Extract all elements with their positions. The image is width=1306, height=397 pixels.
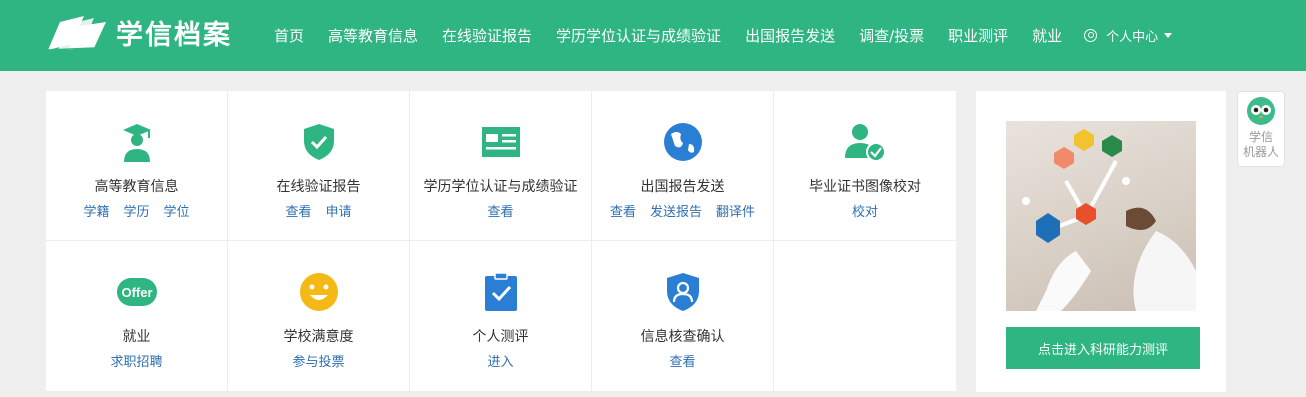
user-center-label: 个人中心 xyxy=(1106,30,1159,45)
service-title: 在线验证报告 xyxy=(276,179,361,195)
robot-owl-icon xyxy=(1247,97,1275,125)
molecule-model-image[interactable] xyxy=(1006,121,1196,311)
link-job-search[interactable]: 求职招聘 xyxy=(110,351,162,370)
user-check-icon xyxy=(844,121,886,163)
enter-research-assessment-button[interactable]: 点击进入科研能力测评 xyxy=(1006,327,1200,369)
link-view[interactable]: 查看 xyxy=(487,201,513,220)
service-card-school-satisfaction: 学校满意度 参与投票 xyxy=(228,241,410,392)
nav-item-online-verification[interactable]: 在线验证报告 xyxy=(430,25,544,46)
service-title: 就业 xyxy=(122,329,151,345)
empty-cell xyxy=(774,241,956,392)
main-nav: 首页 高等教育信息 在线验证报告 学历学位认证与成绩验证 出国报告发送 调查/投… xyxy=(262,0,1173,71)
link-view[interactable]: 查看 xyxy=(285,201,311,220)
link-vote[interactable]: 参与投票 xyxy=(292,351,344,370)
services-panel: 高等教育信息 学籍 学历 学位 在线验证报告 查看 申请 学历学位认证与成绩验证… xyxy=(46,91,956,392)
smiley-icon xyxy=(298,271,340,313)
robot-label-line1: 学信 xyxy=(1248,130,1273,144)
nav-item-overseas-report[interactable]: 出国报告发送 xyxy=(733,25,847,46)
top-navigation-bar: 学信档案 首页 高等教育信息 在线验证报告 学历学位认证与成绩验证 出国报告发送… xyxy=(0,0,1306,71)
nav-item-career-assessment[interactable]: 职业测评 xyxy=(936,25,1020,46)
service-card-employment: Offer 就业 求职招聘 xyxy=(46,241,228,392)
link-view[interactable]: 查看 xyxy=(669,351,695,370)
xuexin-robot-button[interactable]: 学信 机器人 xyxy=(1237,91,1285,167)
service-title: 学历学位认证与成绩验证 xyxy=(423,179,578,195)
link-view[interactable]: 查看 xyxy=(610,201,636,220)
link-send-report[interactable]: 发送报告 xyxy=(650,201,702,220)
nav-item-higher-education[interactable]: 高等教育信息 xyxy=(316,25,430,46)
service-card-higher-education: 高等教育信息 学籍 学历 学位 xyxy=(46,91,228,241)
link-enter[interactable]: 进入 xyxy=(487,351,513,370)
graduate-icon xyxy=(116,121,158,163)
nav-item-employment[interactable]: 就业 xyxy=(1020,25,1074,46)
link-proofread[interactable]: 校对 xyxy=(852,201,878,220)
brand-name: 学信档案 xyxy=(116,20,232,51)
logo[interactable]: 学信档案 xyxy=(46,13,232,52)
book-logo-icon xyxy=(47,15,106,51)
shield-user-icon xyxy=(662,271,704,313)
offer-icon: Offer xyxy=(116,271,158,313)
nav-item-degree-certification[interactable]: 学历学位认证与成绩验证 xyxy=(544,25,733,46)
service-title: 学校满意度 xyxy=(283,329,354,345)
robot-label-line2: 机器人 xyxy=(1242,145,1279,159)
clipboard-check-icon xyxy=(480,271,522,313)
chevron-down-icon xyxy=(1164,33,1173,38)
nav-item-survey-vote[interactable]: 调查/投票 xyxy=(847,25,936,46)
user-icon xyxy=(1084,29,1098,42)
offer-badge-text: Offer xyxy=(121,285,152,300)
id-card-icon xyxy=(480,121,522,163)
service-title: 高等教育信息 xyxy=(94,179,179,195)
service-card-online-verification: 在线验证报告 查看 申请 xyxy=(228,91,410,241)
link-education[interactable]: 学历 xyxy=(123,201,149,220)
research-assessment-promo: 点击进入科研能力测评 xyxy=(976,91,1226,392)
nav-item-home[interactable]: 首页 xyxy=(262,25,316,46)
link-student-status[interactable]: 学籍 xyxy=(83,201,109,220)
user-center-menu[interactable]: 个人中心 xyxy=(1084,26,1173,45)
service-card-overseas-report: 出国报告发送 查看 发送报告 翻译件 xyxy=(592,91,774,241)
service-card-personal-assessment: 个人测评 进入 xyxy=(410,241,592,392)
link-degree[interactable]: 学位 xyxy=(164,201,190,220)
shield-check-icon xyxy=(298,121,340,163)
link-translation[interactable]: 翻译件 xyxy=(716,201,755,220)
service-card-info-verification: 信息核查确认 查看 xyxy=(592,241,774,392)
link-apply[interactable]: 申请 xyxy=(326,201,352,220)
service-title: 出国报告发送 xyxy=(640,179,725,195)
service-title: 信息核查确认 xyxy=(640,329,725,345)
service-card-certificate-proofread: 毕业证书图像校对 校对 xyxy=(774,91,956,241)
globe-icon xyxy=(662,121,704,163)
service-card-degree-certification: 学历学位认证与成绩验证 查看 xyxy=(410,91,592,241)
service-title: 毕业证书图像校对 xyxy=(809,179,921,195)
service-title: 个人测评 xyxy=(472,329,529,345)
